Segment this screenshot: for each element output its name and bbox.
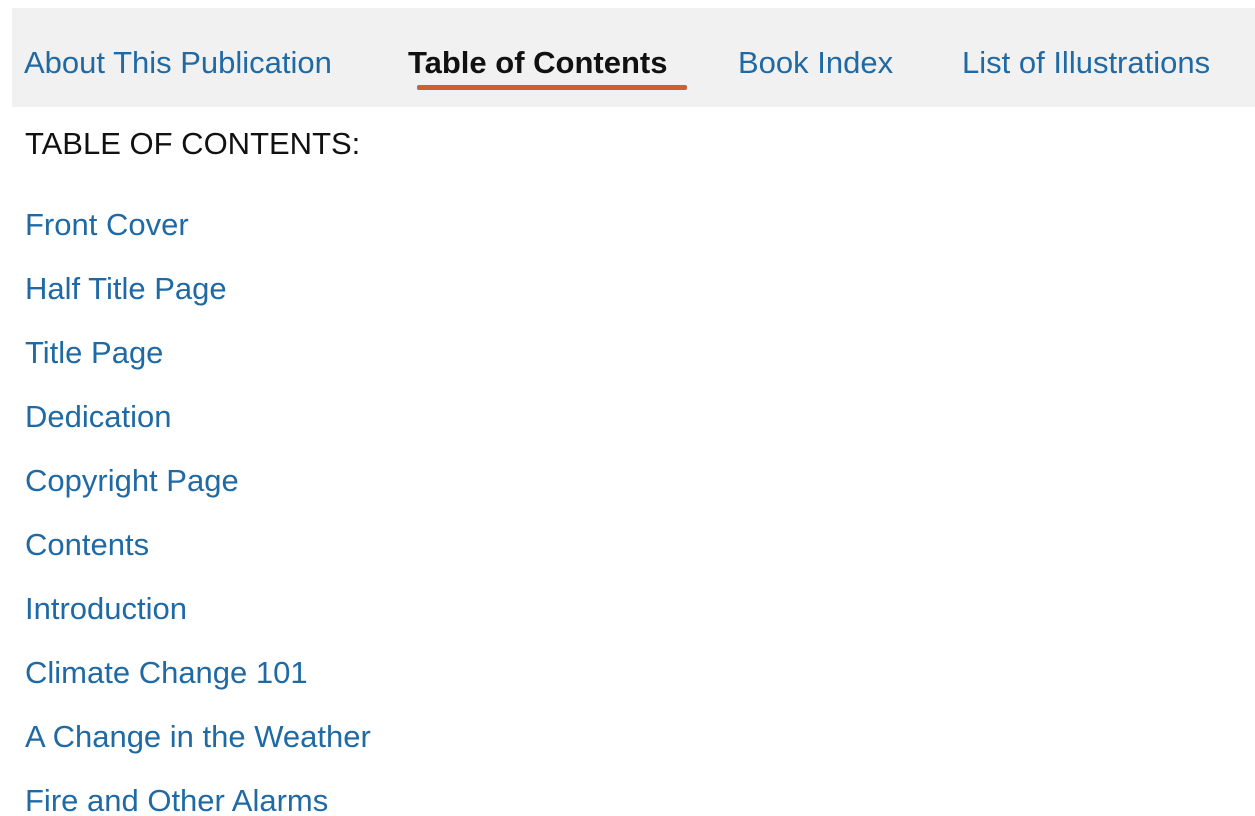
- toc-link-title-page[interactable]: Title Page: [25, 334, 371, 398]
- tab-about-this-publication[interactable]: About This Publication: [24, 44, 332, 82]
- toc-link-a-change-in-the-weather[interactable]: A Change in the Weather: [25, 718, 371, 782]
- toc-link-contents[interactable]: Contents: [25, 526, 371, 590]
- toc-heading: TABLE OF CONTENTS:: [25, 126, 361, 161]
- toc-link-climate-change-101[interactable]: Climate Change 101: [25, 654, 371, 718]
- toc-link-half-title-page[interactable]: Half Title Page: [25, 270, 371, 334]
- toc-link-fire-and-other-alarms[interactable]: Fire and Other Alarms: [25, 782, 371, 816]
- toc-link-copyright-page[interactable]: Copyright Page: [25, 462, 371, 526]
- publication-page: About This Publication Table of Contents…: [0, 0, 1255, 816]
- tab-list-of-illustrations[interactable]: List of Illustrations: [962, 44, 1210, 82]
- toc-link-dedication[interactable]: Dedication: [25, 398, 371, 462]
- tab-book-index[interactable]: Book Index: [738, 44, 893, 82]
- tab-table-of-contents[interactable]: Table of Contents: [408, 44, 667, 82]
- active-tab-indicator: [417, 85, 687, 90]
- tab-bar: About This Publication Table of Contents…: [12, 8, 1255, 107]
- toc-list: Front Cover Half Title Page Title Page D…: [25, 206, 371, 816]
- toc-link-introduction[interactable]: Introduction: [25, 590, 371, 654]
- toc-link-front-cover[interactable]: Front Cover: [25, 206, 371, 270]
